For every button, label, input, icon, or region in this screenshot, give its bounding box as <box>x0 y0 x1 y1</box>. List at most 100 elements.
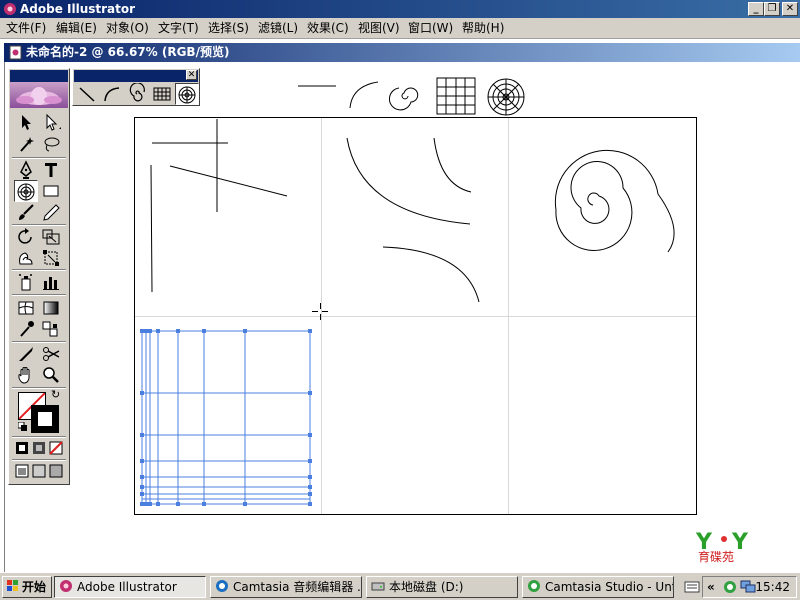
scale-icon <box>42 229 60 245</box>
slice-tool-button[interactable] <box>14 343 38 365</box>
polar-grid-tool-button[interactable] <box>175 83 199 105</box>
polar-grid-tool-button[interactable] <box>14 180 38 202</box>
full-screen-mode-button[interactable] <box>48 463 64 479</box>
scissors-icon <box>43 347 60 361</box>
swap-fill-stroke-icon[interactable]: ↻ <box>51 389 63 401</box>
taskbar-button-camtasia-studio[interactable]: Camtasia Studio - Untitl... <box>522 576 674 598</box>
palette-close-button[interactable]: ✕ <box>186 70 197 80</box>
camtasia-icon <box>216 580 228 592</box>
mesh-tool-button[interactable] <box>14 297 38 319</box>
palette-header[interactable] <box>74 70 198 82</box>
column-graph-icon <box>43 277 59 290</box>
magic-wand-icon <box>20 137 34 152</box>
spiral-icon <box>129 83 145 102</box>
magic-wand-tool-button[interactable] <box>14 133 38 155</box>
keyboard-input-icon[interactable] <box>684 578 700 596</box>
arc-tool-button[interactable] <box>100 83 124 105</box>
blend-icon <box>42 321 58 337</box>
rotate-icon <box>18 228 32 244</box>
warp-hand-icon <box>19 252 33 265</box>
line-segment-tool-button[interactable] <box>75 83 99 105</box>
hand-icon <box>18 367 30 384</box>
selection-tool-button[interactable] <box>14 111 38 133</box>
mesh-icon <box>18 301 34 315</box>
system-tray: « 15:42 <box>702 576 797 598</box>
tray-camtasia-icon[interactable] <box>723 580 737 594</box>
preview-rect-grid-shape <box>436 77 476 115</box>
scissors-tool-button[interactable] <box>39 343 63 365</box>
taskbar-clock[interactable]: 15:42 <box>755 577 790 597</box>
screen-mode-icon <box>32 464 46 478</box>
pencil-tool-button[interactable] <box>39 201 63 223</box>
column-graph-tool-button[interactable] <box>39 271 63 293</box>
polar-grid-icon <box>178 86 196 104</box>
start-button[interactable]: 开始 <box>2 576 52 598</box>
type-tool-button[interactable] <box>39 159 63 181</box>
color-square-icon <box>16 442 28 454</box>
paintbrush-icon <box>19 204 34 220</box>
camtasia-studio-icon <box>528 580 540 592</box>
none-square-icon <box>49 441 63 455</box>
spiral-tool-button[interactable] <box>125 83 149 105</box>
screen-mode-icon <box>49 464 63 478</box>
taskbar-button-camtasia-audio[interactable]: Camtasia 音频编辑器 ... <box>210 576 362 598</box>
slice-knife-icon <box>19 347 33 361</box>
windows-logo-icon <box>7 580 18 591</box>
toolbox-separator <box>12 294 66 296</box>
full-screen-menu-mode-button[interactable] <box>31 463 47 479</box>
zoom-tool-button[interactable] <box>39 364 63 386</box>
tray-expand-chevron[interactable]: « <box>707 577 715 597</box>
hand-tool-button[interactable] <box>14 364 38 386</box>
taskbar-button-label: Adobe Illustrator <box>77 580 177 594</box>
taskbar-button-local-disk[interactable]: 本地磁盘 (D:) <box>366 576 518 598</box>
pencil-icon <box>43 204 60 221</box>
gradient-tool-button[interactable] <box>39 297 63 319</box>
symbol-sprayer-tool-button[interactable] <box>14 271 38 293</box>
rectangular-grid-icon <box>153 87 171 101</box>
illustrator-flower-icon <box>60 580 72 592</box>
zoom-magnifier-icon <box>43 367 59 383</box>
toolbox-flower-banner <box>10 82 68 108</box>
toolbox-panel: ↻ <box>8 68 70 485</box>
rectangle-icon <box>43 185 59 197</box>
symbol-sprayer-icon <box>19 274 32 291</box>
direct-selection-arrow-icon <box>46 113 61 131</box>
preview-spiral-shape <box>388 87 419 111</box>
watermark-logo: Y Y 育碟苑 <box>695 530 749 564</box>
toolbox-separator <box>12 459 66 461</box>
free-transform-icon <box>43 250 59 266</box>
pen-tool-button[interactable] <box>14 159 38 181</box>
gradient-mode-button[interactable] <box>31 440 47 456</box>
flower-banner-icon <box>16 87 62 105</box>
standard-screen-mode-button[interactable] <box>14 463 30 479</box>
pen-nib-icon <box>20 160 32 179</box>
stroke-color-swatch[interactable] <box>31 405 59 433</box>
taskbar-button-illustrator[interactable]: Adobe Illustrator <box>54 576 206 598</box>
warp-tool-button[interactable] <box>14 247 38 269</box>
lasso-tool-button[interactable] <box>39 133 63 155</box>
rotate-tool-button[interactable] <box>14 226 38 248</box>
gradient-square-icon <box>33 442 45 454</box>
eyedropper-icon <box>20 321 34 337</box>
eyedropper-tool-button[interactable] <box>14 318 38 340</box>
blend-tool-button[interactable] <box>39 318 63 340</box>
free-transform-tool-button[interactable] <box>39 247 63 269</box>
tray-network-icon[interactable] <box>740 580 756 594</box>
none-mode-button[interactable] <box>48 440 64 456</box>
color-mode-button[interactable] <box>14 440 30 456</box>
toolbox-header[interactable] <box>10 70 68 82</box>
rectangle-tool-button[interactable] <box>39 180 63 202</box>
arc-icon <box>104 87 120 102</box>
direct-selection-tool-button[interactable] <box>39 111 63 133</box>
paintbrush-tool-button[interactable] <box>14 201 38 223</box>
default-fill-stroke-icon[interactable] <box>17 421 28 431</box>
disk-drive-icon <box>371 582 385 591</box>
line-segment-icon <box>79 87 95 102</box>
rectangular-grid-tool-button[interactable] <box>150 83 174 105</box>
selection-arrow-icon <box>22 115 31 130</box>
scale-tool-button[interactable] <box>39 226 63 248</box>
toolbox-separator <box>12 436 66 438</box>
polar-grid-icon <box>17 183 35 201</box>
preview-shapes <box>298 77 525 116</box>
preview-polar-grid-shape <box>487 78 525 116</box>
